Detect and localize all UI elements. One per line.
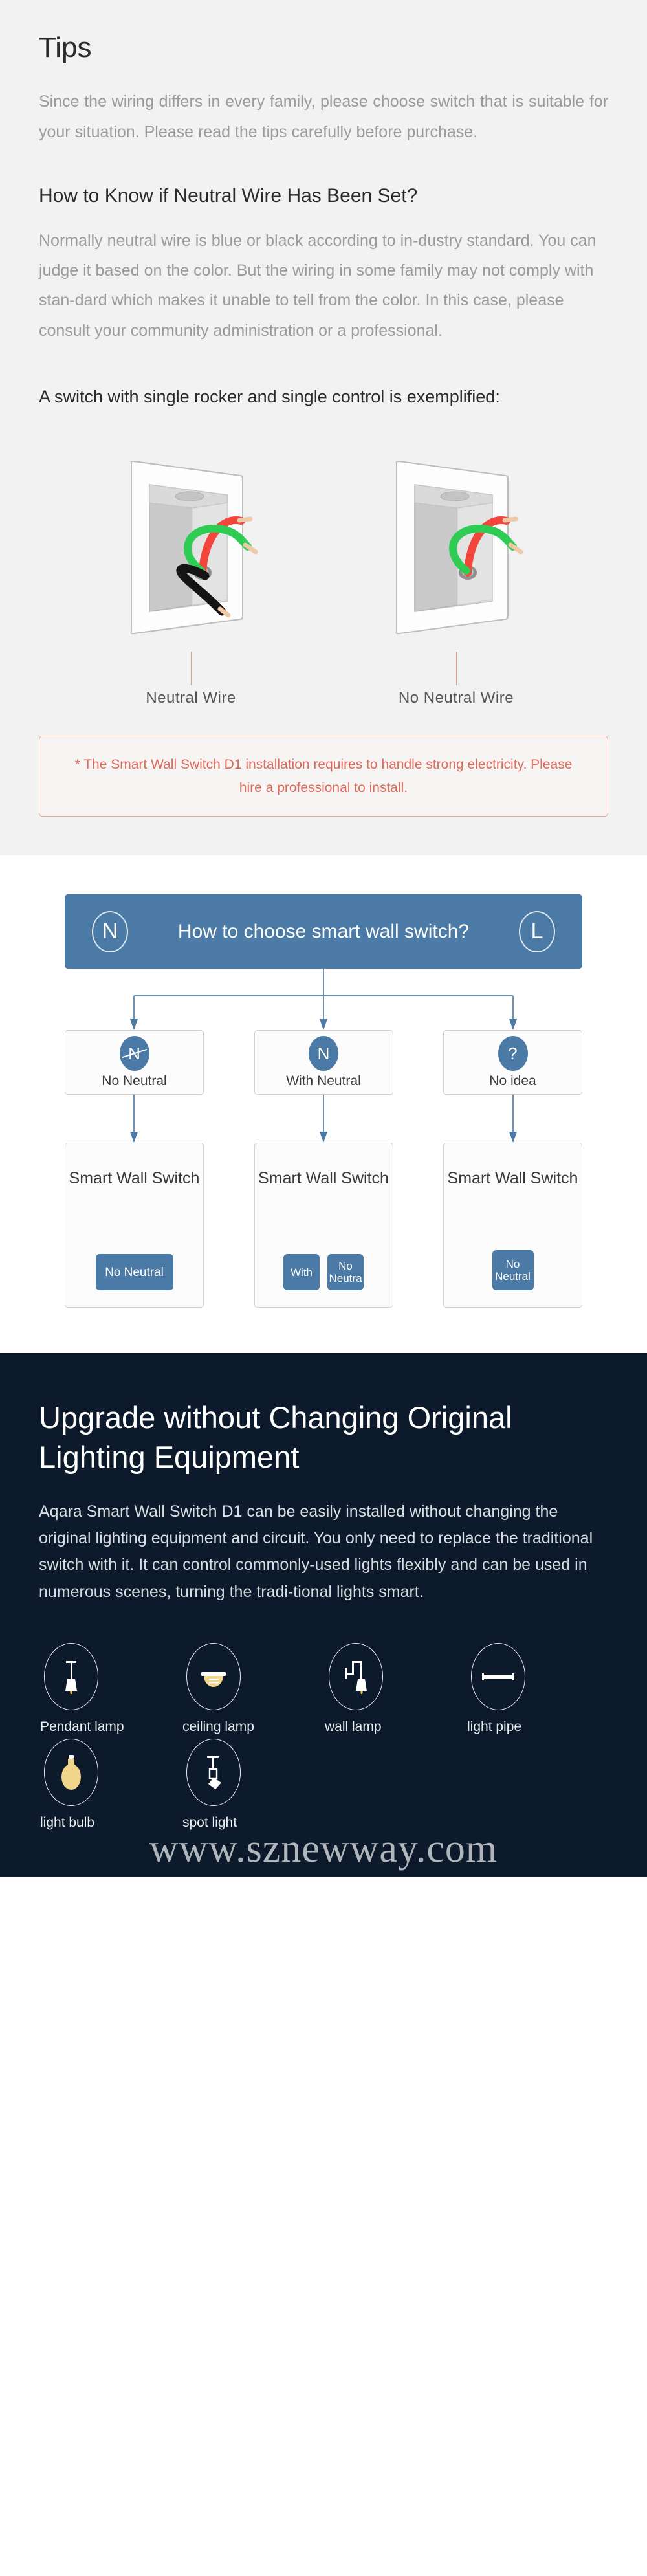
badge-letter: N bbox=[317, 1043, 330, 1063]
lamp-label-ceiling: ceiling lamp bbox=[182, 1719, 254, 1734]
result-title: Smart Wall Switch bbox=[258, 1169, 389, 1188]
option-label-no-neutral: No Neutral bbox=[102, 1073, 167, 1089]
switch-illustration-no-neutral: No Neutral Wire bbox=[359, 438, 553, 707]
tips-section: Tips Since the wiring differs in every f… bbox=[0, 0, 647, 856]
lamp-cell-ceiling: ceiling lamp bbox=[181, 1642, 324, 1735]
result-title: Smart Wall Switch bbox=[69, 1169, 200, 1188]
with-neutral-badge-icon: N bbox=[309, 1036, 338, 1072]
flowchart-title: How to choose smart wall switch? bbox=[177, 921, 470, 943]
option-label-with-neutral: With Neutral bbox=[286, 1073, 361, 1089]
result-chip-row: With No Neutra bbox=[283, 1254, 364, 1291]
flowchart-connectors-top bbox=[130, 969, 517, 1031]
lamp-cell-bulb: light bulb bbox=[39, 1738, 181, 1831]
wall-switch-with-neutral-icon bbox=[107, 438, 275, 652]
flowchart-section: N How to choose smart wall switch? L No … bbox=[0, 855, 647, 1354]
lamp-label-bulb: light bulb bbox=[40, 1814, 95, 1830]
wall-lamp-icon bbox=[329, 1642, 383, 1710]
lamp-cell-pendant: Pendant lamp bbox=[39, 1642, 181, 1735]
badge-letter: ? bbox=[508, 1043, 518, 1063]
flowchart-option-no-neutral[interactable]: N No Neutral bbox=[65, 1030, 204, 1095]
installation-warning-box: * The Smart Wall Switch D1 installation … bbox=[39, 736, 608, 817]
product-chip-no-neutral-alt[interactable]: No Neutral bbox=[492, 1250, 534, 1291]
flowchart-result-row: Smart Wall Switch No Neutral Smart Wall … bbox=[65, 1143, 582, 1308]
neutral-wire-paragraph: Normally neutral wire is blue or black a… bbox=[39, 231, 597, 340]
wall-switch-without-neutral-icon bbox=[372, 438, 540, 652]
result-card-with-neutral[interactable]: Smart Wall Switch With No Neutra bbox=[254, 1143, 393, 1308]
flowchart-option-no-idea[interactable]: ? No idea bbox=[443, 1030, 582, 1095]
result-card-no-idea[interactable]: Smart Wall Switch No Neutral bbox=[443, 1143, 582, 1308]
switch-illustration-neutral: Neutral Wire bbox=[94, 438, 288, 707]
switch-caption-neutral: Neutral Wire bbox=[146, 689, 236, 707]
question-badge-icon: ? bbox=[498, 1036, 528, 1072]
product-chip-no-neutral[interactable]: No Neutral bbox=[95, 1254, 173, 1291]
lamp-label-pipe: light pipe bbox=[467, 1719, 522, 1734]
lamp-label-spot: spot light bbox=[182, 1814, 237, 1830]
result-card-no-neutral[interactable]: Smart Wall Switch No Neutral bbox=[65, 1143, 204, 1308]
switch-illustration-row: Neutral Wire No Neutral Wire bbox=[39, 438, 608, 707]
pendant-lamp-icon bbox=[44, 1642, 98, 1710]
live-letter-icon: L bbox=[519, 910, 555, 952]
site-watermark: www.sznewway.com bbox=[149, 1827, 498, 1871]
no-neutral-badge-icon: N bbox=[119, 1036, 149, 1072]
lamp-cell-pipe: light pipe bbox=[466, 1642, 608, 1735]
tips-intro-paragraph: Since the wiring differs in every family… bbox=[39, 93, 608, 141]
no-neutral-pointer-line bbox=[455, 652, 457, 686]
ceiling-lamp-icon bbox=[186, 1642, 241, 1710]
flowchart-option-with-neutral[interactable]: N With Neutral bbox=[254, 1030, 393, 1095]
flowchart-connectors-bottom bbox=[130, 1095, 517, 1143]
option-label-no-idea: No idea bbox=[489, 1073, 536, 1089]
lamp-type-grid: Pendant lamp ceiling lamp wall lamp ligh… bbox=[39, 1642, 608, 1831]
flowchart-option-row: N No Neutral N With Neutral ? No idea bbox=[65, 1030, 582, 1095]
installation-warning-text: * The Smart Wall Switch D1 installation … bbox=[74, 757, 573, 795]
lamp-cell-spot: spot light bbox=[181, 1738, 324, 1831]
product-chip-with[interactable]: With bbox=[283, 1254, 320, 1291]
flowchart-container: N How to choose smart wall switch? L No … bbox=[65, 894, 582, 1308]
upgrade-body: Aqara Smart Wall Switch D1 can be easily… bbox=[39, 1502, 593, 1601]
page-title: Tips bbox=[39, 32, 92, 63]
flowchart-header: N How to choose smart wall switch? L bbox=[65, 894, 582, 969]
upgrade-title: Upgrade without Changing Original Lighti… bbox=[39, 1400, 512, 1474]
result-chip-row: No Neutral bbox=[492, 1250, 534, 1291]
lamp-label-pendant: Pendant lamp bbox=[40, 1719, 124, 1734]
lamp-cell-wall: wall lamp bbox=[324, 1642, 466, 1735]
result-title: Smart Wall Switch bbox=[447, 1169, 578, 1188]
product-detail-page: Tips Since the wiring differs in every f… bbox=[0, 0, 647, 1878]
lamp-label-wall: wall lamp bbox=[325, 1719, 382, 1734]
switch-caption-no-neutral: No Neutral Wire bbox=[398, 689, 514, 707]
example-lead-text: A switch with single rocker and single c… bbox=[39, 386, 500, 406]
neutral-pointer-line bbox=[190, 652, 192, 686]
upgrade-section: Upgrade without Changing Original Lighti… bbox=[0, 1353, 647, 1878]
product-chip-no-neutra[interactable]: No Neutra bbox=[327, 1254, 364, 1291]
spot-light-icon bbox=[186, 1738, 241, 1806]
light-bulb-icon bbox=[44, 1738, 98, 1806]
result-chip-row: No Neutral bbox=[95, 1254, 173, 1291]
light-pipe-icon bbox=[471, 1642, 525, 1710]
neutral-wire-heading: How to Know if Neutral Wire Has Been Set… bbox=[39, 184, 418, 206]
neutral-letter-icon: N bbox=[92, 910, 128, 952]
